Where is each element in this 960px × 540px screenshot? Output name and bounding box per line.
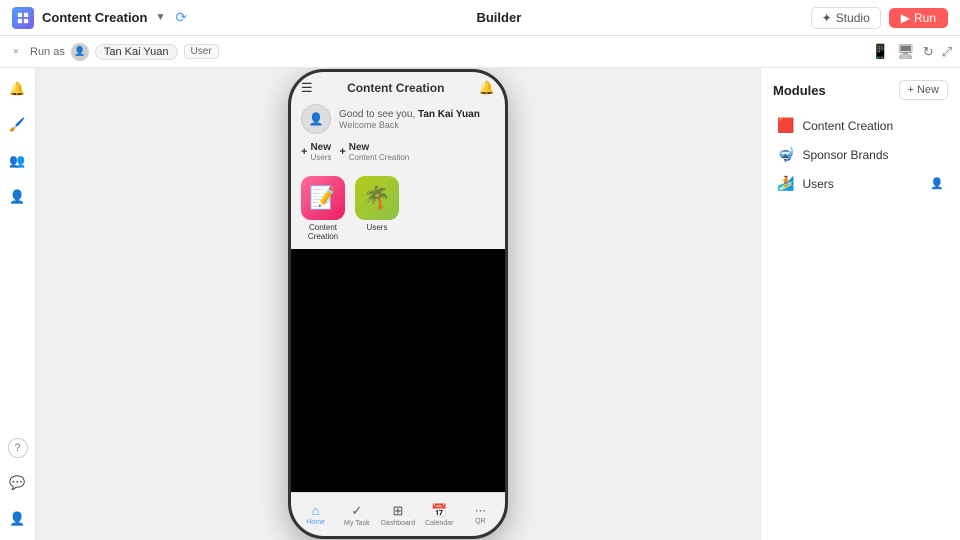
plus-icon: + — [908, 84, 914, 96]
content-creation-icon-item[interactable]: 📝 ContentCreation — [301, 176, 345, 241]
qr-label: QR — [475, 518, 486, 525]
brush-icon[interactable]: 🖌️ — [7, 114, 29, 136]
top-bar: Content Creation ▼ ⟳ Builder ✦ Studio ▶ … — [0, 0, 960, 36]
sponsor-brands-module-label: Sponsor Brands — [802, 148, 888, 162]
new-users-sub: Users — [310, 153, 331, 162]
mytask-label: My Task — [344, 520, 370, 527]
home-icon: ⌂ — [312, 503, 320, 518]
nav-dashboard[interactable]: ⊞ Dashboard — [377, 503, 418, 527]
user-add-icon[interactable]: 👤 — [7, 186, 29, 208]
studio-button[interactable]: ✦ Studio — [811, 7, 881, 29]
greeting-text: Good to see you, — [339, 109, 415, 120]
desktop-device-button[interactable]: 🖥 — [897, 43, 915, 60]
module-sponsor-brands[interactable]: 🤿 Sponsor Brands — [773, 141, 948, 168]
user-avatar-small: 👤 — [71, 43, 89, 61]
module-content-creation[interactable]: 🟥 Content Creation — [773, 112, 948, 139]
new-label: New — [917, 84, 939, 96]
new-buttons-row: + New Users + New Content Creation — [291, 142, 505, 170]
users-icon[interactable]: 👥 — [7, 150, 29, 172]
new-users-button[interactable]: + New Users — [301, 142, 331, 162]
users-module-person-icon: 👤 — [930, 177, 944, 190]
top-bar-actions: ✦ Studio ▶ Run — [811, 7, 948, 29]
bell-icon[interactable]: 🔔 — [479, 80, 495, 96]
device-controls: 📱 🖥 ↻ ⤢ — [871, 43, 952, 60]
run-button[interactable]: ▶ Run — [889, 8, 948, 28]
nav-mytask[interactable]: ✓ My Task — [336, 503, 377, 527]
users-app-icon: 🌴 — [355, 176, 399, 220]
dashboard-icon: ⊞ — [393, 503, 404, 519]
main-layout: 🔔 🖌️ 👥 👤 ? 💬 👤 ☰ Content Creation 🔔 — [0, 68, 960, 540]
new-content-sub: Content Creation — [349, 153, 409, 162]
hamburger-icon[interactable]: ☰ — [301, 80, 313, 96]
nav-calendar[interactable]: 📅 Calendar — [419, 503, 460, 527]
modules-title: Modules — [773, 83, 826, 98]
run-as-label: Run as — [30, 46, 65, 58]
canvas-area: ☰ Content Creation 🔔 👤 Good to see you, … — [36, 68, 760, 540]
app-title: Content Creation — [42, 10, 147, 25]
new-content-button[interactable]: + New Content Creation — [339, 142, 409, 162]
user-badge: User — [184, 44, 219, 59]
phone-screen: ☰ Content Creation 🔔 👤 Good to see you, … — [291, 72, 505, 536]
phone-mockup: ☰ Content Creation 🔔 👤 Good to see you, … — [288, 69, 508, 539]
new-users-plus: + — [301, 146, 307, 158]
content-creation-icon: 📝 — [301, 176, 345, 220]
run-icon: ▶ — [901, 11, 910, 25]
welcome-sub: Welcome Back — [339, 120, 480, 130]
nav-home[interactable]: ⌂ Home — [295, 503, 336, 526]
welcome-section: 👤 Good to see you, Tan Kai Yuan Welcome … — [291, 100, 505, 142]
refresh-button[interactable]: ↻ — [923, 44, 934, 60]
qr-icon: ⋯ — [475, 504, 486, 517]
new-content-label: New — [349, 142, 409, 153]
calendar-label: Calendar — [425, 520, 453, 527]
dashboard-label: Dashboard — [381, 520, 415, 527]
users-module-label: Users — [802, 177, 833, 191]
new-content-plus: + — [339, 146, 345, 158]
user-avatar: 👤 — [301, 104, 331, 134]
module-users[interactable]: 🏄 Users 👤 — [773, 170, 948, 197]
nav-qr[interactable]: ⋯ QR — [460, 504, 501, 525]
new-module-button[interactable]: + New — [899, 80, 948, 100]
app-screen-title: Content Creation — [347, 81, 444, 95]
expand-button[interactable]: ⤢ — [942, 44, 952, 60]
content-creation-module-icon: 🟥 — [777, 117, 794, 134]
user-name-tag[interactable]: Tan Kai Yuan — [95, 44, 178, 60]
profile-icon[interactable]: 👤 — [7, 508, 29, 530]
help-icon[interactable]: ? — [8, 438, 28, 458]
users-app-label: Users — [367, 223, 388, 232]
welcome-name: Tan Kai Yuan — [418, 109, 480, 120]
studio-icon: ✦ — [822, 11, 832, 25]
mobile-device-button[interactable]: 📱 — [871, 43, 888, 60]
mytask-icon: ✓ — [351, 503, 362, 519]
users-module-icon: 🏄 — [777, 175, 794, 192]
discord-icon[interactable]: 💬 — [7, 472, 29, 494]
calendar-icon: 📅 — [431, 503, 447, 519]
right-panel: Modules + New 🟥 Content Creation 🤿 Spons… — [760, 68, 960, 540]
sponsor-brands-module-icon: 🤿 — [777, 146, 794, 163]
content-creation-label: ContentCreation — [308, 223, 338, 241]
app-header: ☰ Content Creation 🔔 — [291, 72, 505, 100]
notifications-icon[interactable]: 🔔 — [7, 78, 29, 100]
phone-bottom-nav: ⌂ Home ✓ My Task ⊞ Dashboard 📅 Calendar — [291, 492, 505, 536]
app-icons-row: 📝 ContentCreation 🌴 Users — [291, 170, 505, 249]
phone-content: ☰ Content Creation 🔔 👤 Good to see you, … — [291, 72, 505, 492]
sync-icon: ⟳ — [175, 9, 187, 26]
app-logo — [12, 7, 34, 29]
modules-header: Modules + New — [773, 80, 948, 100]
home-label: Home — [306, 519, 325, 526]
users-icon-item[interactable]: 🌴 Users — [355, 176, 399, 241]
new-users-label: New — [310, 142, 331, 153]
builder-title: Builder — [195, 10, 803, 25]
left-sidebar: 🔔 🖌️ 👥 👤 ? 💬 👤 — [0, 68, 36, 540]
content-creation-module-label: Content Creation — [802, 119, 893, 133]
sub-bar: × Run as 👤 Tan Kai Yuan User 📱 🖥 ↻ ⤢ — [0, 36, 960, 68]
chevron-down-icon[interactable]: ▼ — [155, 12, 165, 23]
close-icon[interactable]: × — [8, 44, 24, 60]
